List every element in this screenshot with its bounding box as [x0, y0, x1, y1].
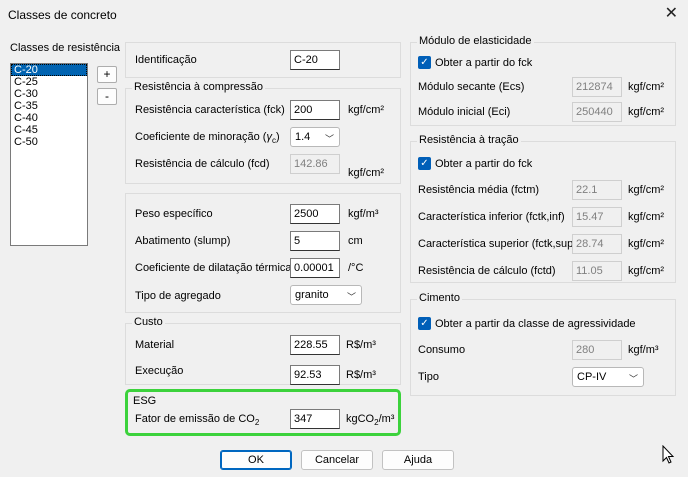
- gamma-select-value: 1.4: [295, 131, 311, 143]
- tipo-cimento-select[interactable]: CP-IV ﹀: [572, 367, 644, 387]
- fctkinf-value: 15.47: [572, 207, 622, 227]
- fator-emissao-input[interactable]: 347: [290, 409, 340, 429]
- fctkinf-label: Característica inferior (fctk,inf): [418, 211, 565, 223]
- agregado-label: Tipo de agregado: [135, 290, 221, 302]
- cimento-checkbox[interactable]: ✓: [418, 317, 431, 330]
- class-list-item[interactable]: C-25: [11, 76, 87, 88]
- fctksup-label: Característica superior (fctk,sup): [418, 238, 577, 250]
- ecs-label: Módulo secante (Ecs): [418, 81, 525, 93]
- class-list-item[interactable]: C-45: [11, 124, 87, 136]
- class-list-item[interactable]: C-30: [11, 88, 87, 100]
- ok-button[interactable]: OK: [220, 450, 292, 470]
- material-unit: R$/m³: [346, 339, 376, 351]
- chevron-down-icon: ﹀: [346, 292, 356, 302]
- custo-title: Custo: [132, 316, 165, 328]
- consumo-unit: kgf/m³: [628, 344, 659, 356]
- peso-label: Peso específico: [135, 208, 213, 220]
- slump-label: Abatimento (slump): [135, 235, 231, 247]
- remove-class-button[interactable]: -: [97, 88, 117, 105]
- execucao-label: Execução: [135, 365, 184, 377]
- slump-unit: cm: [348, 235, 363, 247]
- agregado-select-value: granito: [295, 289, 329, 301]
- slump-input[interactable]: 5: [290, 231, 340, 251]
- modulo-title: Módulo de elasticidade: [417, 35, 534, 47]
- cimento-title: Cimento: [417, 292, 462, 304]
- gamma-select[interactable]: 1.4 ﹀: [290, 127, 340, 147]
- eci-value: 250440: [572, 102, 622, 122]
- identificacao-label: Identificação: [135, 54, 197, 66]
- execucao-input[interactable]: 92.53: [290, 365, 340, 385]
- ecs-value: 212874: [572, 77, 622, 97]
- material-label: Material: [135, 339, 175, 351]
- class-list-item[interactable]: C-50: [11, 136, 87, 148]
- consumo-label: Consumo: [418, 344, 466, 356]
- class-list-item[interactable]: C-20: [11, 64, 87, 76]
- fctm-unit: kgf/cm²: [628, 184, 665, 196]
- execucao-unit: R$/m³: [346, 369, 376, 381]
- dilatacao-input[interactable]: 0.00001: [290, 258, 340, 278]
- modulo-checkbox-label: Obter a partir do fck: [435, 57, 533, 69]
- cimento-checkbox-label: Obter a partir da classe de agressividad…: [435, 318, 636, 330]
- fctd-unit: kgf/cm²: [628, 265, 665, 277]
- esg-title: ESG: [133, 395, 157, 407]
- compressao-title: Resistência à compressão: [132, 81, 266, 93]
- tracao-checkbox[interactable]: ✓: [418, 157, 431, 170]
- fck-label: Resistência característica (fck): [135, 104, 285, 116]
- fctm-value: 22.1: [572, 180, 622, 200]
- chevron-down-icon: ﹀: [628, 374, 638, 384]
- fator-emissao-label: Fator de emissão de CO2: [135, 413, 260, 428]
- cancel-button[interactable]: Cancelar: [301, 450, 373, 470]
- tracao-title: Resistência à tração: [417, 134, 521, 146]
- help-button[interactable]: Ajuda: [382, 450, 454, 470]
- class-list-item[interactable]: C-35: [11, 100, 87, 112]
- fctkinf-unit: kgf/cm²: [628, 211, 665, 223]
- mouse-cursor-icon: [662, 445, 675, 464]
- close-icon[interactable]: ✕: [665, 6, 678, 22]
- fctd-value: 11.05: [572, 261, 622, 281]
- eci-unit: kgf/cm²: [628, 106, 665, 118]
- fcd-value: 142.86: [290, 154, 340, 174]
- fctm-label: Resistência média (fctm): [418, 184, 540, 196]
- fck-input[interactable]: 200: [290, 100, 340, 120]
- eci-label: Módulo inicial (Eci): [418, 106, 511, 118]
- chevron-down-icon: ﹀: [324, 134, 334, 144]
- fctd-label: Resistência de cálculo (fctd): [418, 265, 556, 277]
- window-title: Classes de concreto: [8, 8, 117, 22]
- tipo-cimento-value: CP-IV: [577, 371, 607, 383]
- gamma-label: Coeficiente de minoração (γc): [135, 131, 280, 146]
- fator-emissao-unit: kgCO2/m³: [346, 413, 395, 428]
- peso-unit: kgf/m³: [348, 208, 379, 220]
- fctksup-unit: kgf/cm²: [628, 238, 665, 250]
- classes-list[interactable]: C-20 C-25 C-30 C-35 C-40 C-45 C-50: [10, 63, 88, 246]
- ecs-unit: kgf/cm²: [628, 81, 665, 93]
- consumo-value: 280: [572, 340, 622, 360]
- fcd-label: Resistência de cálculo (fcd): [135, 158, 270, 170]
- class-list-item[interactable]: C-40: [11, 112, 87, 124]
- tracao-checkbox-label: Obter a partir do fck: [435, 158, 533, 170]
- peso-input[interactable]: 2500: [290, 204, 340, 224]
- material-input[interactable]: 228.55: [290, 335, 340, 355]
- agregado-select[interactable]: granito ﹀: [290, 285, 362, 305]
- fcd-unit: kgf/cm²: [348, 167, 385, 179]
- fctksup-value: 28.74: [572, 234, 622, 254]
- identificacao-input[interactable]: C-20: [290, 50, 340, 70]
- dilatacao-unit: /°C: [348, 262, 364, 274]
- modulo-checkbox[interactable]: ✓: [418, 56, 431, 69]
- fck-unit: kgf/cm²: [348, 104, 385, 116]
- classes-label: Classes de resistência: [10, 42, 121, 54]
- dilatacao-label: Coeficiente de dilatação térmica: [135, 262, 292, 274]
- add-class-button[interactable]: +: [97, 66, 117, 83]
- tipo-cimento-label: Tipo: [418, 371, 439, 383]
